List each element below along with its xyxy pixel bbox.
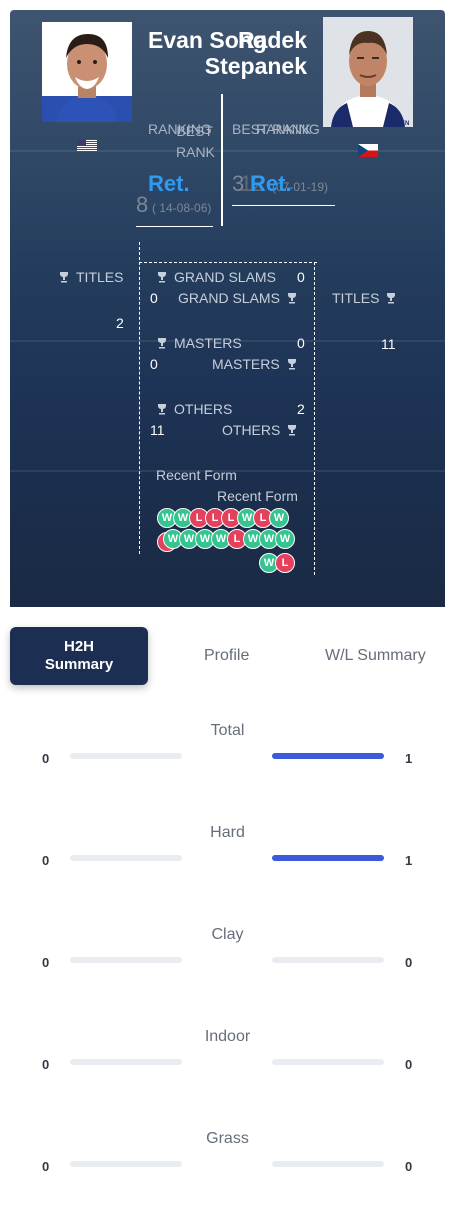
player2-ranking-label: RANKING xyxy=(256,121,320,137)
player2-masters-value: 0 xyxy=(150,356,158,372)
trophy-icon xyxy=(156,271,168,283)
player1-others-value: 2 xyxy=(297,401,305,417)
player2-form-result: L xyxy=(275,553,295,573)
h2h-left-bar-track xyxy=(70,1059,182,1065)
h2h-right-count: 0 xyxy=(405,955,413,970)
player2-titles-value: 11 xyxy=(381,336,396,352)
player1-masters-value: 0 xyxy=(297,335,305,351)
player2-form-result: W xyxy=(275,529,295,549)
player2-others-label: OTHERS xyxy=(222,422,298,438)
h2h-category-label: Grass xyxy=(206,1130,249,1147)
h2h-right-bar-fill xyxy=(272,753,384,759)
h2h-right-count: 1 xyxy=(405,853,413,868)
svg-text:ALEN: ALEN xyxy=(393,121,409,127)
player1-recent-form-label: Recent Form xyxy=(156,467,237,483)
background-stripe xyxy=(10,150,445,152)
trophy-icon xyxy=(156,337,168,349)
usa-flag-icon xyxy=(77,139,97,152)
player2-rank-underline xyxy=(232,205,335,206)
h2h-right-bar-fill xyxy=(272,855,384,861)
h2h-left-bar-track xyxy=(70,855,182,861)
h2h-category-label: Clay xyxy=(211,926,244,943)
h2h-left-bar-track xyxy=(70,753,182,759)
h2h-left-count: 0 xyxy=(42,853,50,868)
trophy-icon xyxy=(286,424,298,436)
h2h-left-count: 0 xyxy=(42,751,50,766)
h2h-left-count: 0 xyxy=(42,1159,50,1174)
player1-grand-slams-label: GRAND SLAMS xyxy=(156,269,276,285)
trophy-icon xyxy=(286,358,298,370)
h2h-right-count: 1 xyxy=(405,751,413,766)
h2h-left-count: 0 xyxy=(42,955,50,970)
tab-wl-summary[interactable]: W/L Summary xyxy=(325,647,426,665)
player2-others-value: 11 xyxy=(150,422,165,438)
player2-name-first[interactable]: Radek xyxy=(238,27,307,53)
tab-h2h-summary[interactable]: H2H Summary xyxy=(10,627,148,685)
player2-avatar[interactable]: ALEN xyxy=(323,17,413,127)
player1-others-label: OTHERS xyxy=(156,401,232,417)
h2h-left-count: 0 xyxy=(42,1057,50,1072)
tab-profile[interactable]: Profile xyxy=(204,647,249,665)
player1-best-rank-label: BEST RANK xyxy=(176,123,215,160)
trophy-icon xyxy=(385,292,397,304)
player1-grand-slams-value: 0 xyxy=(297,269,305,285)
h2h-category-label: Indoor xyxy=(204,1028,251,1045)
center-divider xyxy=(221,94,223,226)
stats-right-border xyxy=(314,262,315,575)
h2h-right-bar-track xyxy=(272,957,384,963)
player1-masters-label: MASTERS xyxy=(156,335,242,351)
player1-best-rank-value: 8 xyxy=(136,192,149,217)
player1-best-rank-date: ( 14-08-06) xyxy=(152,201,212,215)
player1-form-result: W xyxy=(269,508,289,528)
h2h-left-bar-track xyxy=(70,1161,182,1167)
player-comparison-header: ALEN Evan Song Radek Stepanek RANKING BE… xyxy=(10,10,445,607)
player1-avatar[interactable] xyxy=(42,22,132,122)
player1-rank-underline xyxy=(136,226,213,227)
player2-masters-label: MASTERS xyxy=(212,356,298,372)
trophy-icon xyxy=(58,271,70,283)
h2h-left-bar-track xyxy=(70,957,182,963)
player2-titles-label: TITLES xyxy=(332,290,397,306)
h2h-category-label: Total xyxy=(210,722,245,739)
h2h-right-bar-track xyxy=(272,1161,384,1167)
player2-grand-slams-value: 0 xyxy=(150,290,158,306)
stats-left-border xyxy=(139,242,140,554)
h2h-category-label: Hard xyxy=(210,824,245,841)
player2-ranking-value: Ret. xyxy=(250,171,292,196)
player1-ranking-value: Ret. xyxy=(148,171,190,196)
player1-titles-label: TITLES xyxy=(58,269,123,285)
stats-top-border xyxy=(139,262,317,263)
player2-recent-form-label: Recent Form xyxy=(217,488,298,504)
player2-grand-slams-label: GRAND SLAMS xyxy=(178,290,298,306)
trophy-icon xyxy=(286,292,298,304)
h2h-right-count: 0 xyxy=(405,1159,413,1174)
h2h-right-bar-track xyxy=(272,1059,384,1065)
trophy-icon xyxy=(156,403,168,415)
h2h-right-count: 0 xyxy=(405,1057,413,1072)
player2-name-last[interactable]: Stepanek xyxy=(205,53,307,79)
czech-flag-icon xyxy=(358,144,378,157)
player1-titles-value: 2 xyxy=(116,315,124,331)
